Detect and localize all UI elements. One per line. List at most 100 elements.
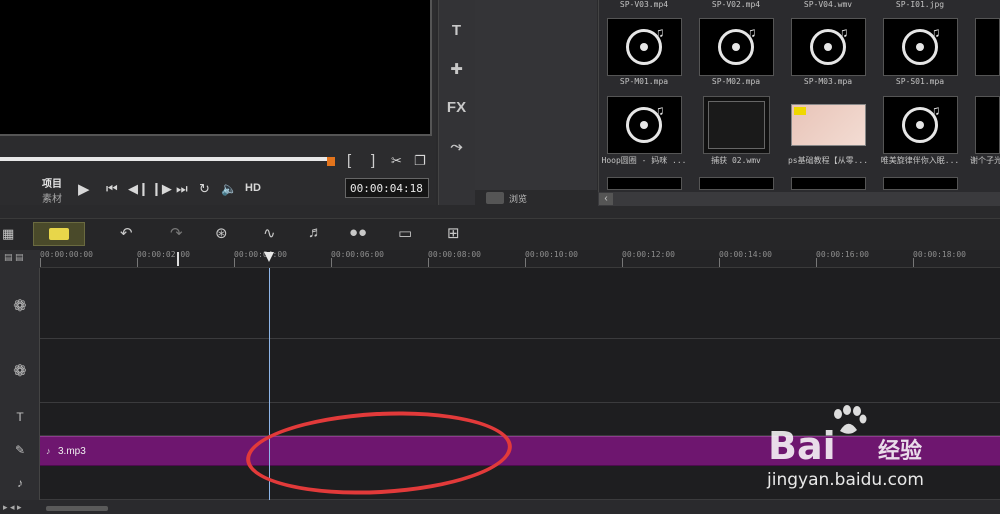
scrubber-handle[interactable] (327, 157, 335, 166)
browse-icon[interactable] (486, 192, 504, 204)
ruler-tick (428, 258, 429, 267)
timeline-scrollbar[interactable] (0, 500, 1000, 514)
audio-thumbnail[interactable]: ♫ (883, 96, 958, 154)
ruler-tick-label: 00:00:06:00 (331, 250, 384, 259)
audio-thumbnail[interactable]: ♫ (607, 18, 682, 76)
previous-frame-icon[interactable]: ◀❙ (128, 181, 149, 197)
clip-mode-label[interactable]: 素材 (42, 190, 62, 205)
video-track-icon[interactable]: ❁ (0, 296, 40, 316)
path-tool-icon[interactable]: ⤳ (438, 138, 475, 155)
ruler-tick (234, 258, 235, 267)
scroll-arrows-icon[interactable]: ▸ ◂ ▸ (3, 502, 22, 513)
end-icon[interactable]: ⏭ (176, 181, 188, 197)
audio-clip-label: 3.mp3 (58, 446, 86, 457)
project-mode-label[interactable]: 项目 (42, 175, 62, 190)
ruler-tick (525, 258, 526, 267)
audio-thumbnail[interactable]: ♫ (883, 18, 958, 76)
ruler-tick-label: 00:00:00:00 (40, 250, 93, 259)
scrollbar-thumb[interactable] (46, 506, 108, 511)
next-frame-icon[interactable]: ❙▶ (151, 181, 172, 197)
library-item-label: 谢个子光 (970, 156, 1000, 165)
auto-music-icon[interactable]: ♬ (308, 224, 323, 241)
hd-preview-button[interactable]: HD (245, 182, 261, 194)
library-top-label: SP-I01.jpg (895, 0, 945, 9)
ruler-tick-label: 00:00:12:00 (622, 250, 675, 259)
library-item-label: 捕获 02.wmv (711, 156, 761, 165)
ruler-tick-label: 00:00:08:00 (428, 250, 481, 259)
library-top-label: SP-V04.wmv (803, 0, 853, 9)
ruler-tick (331, 258, 332, 267)
title-track-icon[interactable]: T (0, 410, 40, 424)
audio-thumbnail[interactable] (975, 96, 1000, 154)
library-item-label: SP-M01.mpa (619, 77, 669, 86)
undo-icon[interactable]: ↶ (120, 224, 133, 242)
audio-thumbnail[interactable]: ♫ (791, 18, 866, 76)
music-note-icon: ♫ (838, 24, 849, 40)
video-track[interactable] (40, 268, 1000, 339)
library-thumbnail[interactable] (883, 177, 958, 190)
library-scrollbar[interactable] (598, 192, 1000, 206)
library-item-label: SP-M03.mpa (803, 77, 853, 86)
track-manager-icon[interactable]: ▤ ▤ (4, 252, 24, 263)
music-note-icon: ♫ (654, 102, 665, 118)
library-item-label: ps基础教程【从零... (787, 156, 869, 165)
copy-icon[interactable]: ❐ (414, 153, 426, 169)
watermark-url: jingyan.baidu.com (767, 470, 924, 490)
library-item-label: SP-M02.mpa (711, 77, 761, 86)
overlay-track[interactable] (40, 339, 1000, 403)
timeline-view-icon (49, 228, 69, 240)
ruler-tick-label: 00:00:02:00 (137, 250, 190, 259)
preview-screen (0, 0, 432, 136)
mark-out-button[interactable]: ] (371, 152, 375, 169)
music-note-icon: ♫ (930, 24, 941, 40)
voice-track-icon[interactable]: ✎ (0, 443, 40, 457)
audio-thumbnail[interactable]: ♫ (607, 96, 682, 154)
library-top-label: SP-V02.mp4 (711, 0, 761, 9)
ruler-tick (622, 258, 623, 267)
play-icon[interactable]: ▶ (78, 180, 90, 198)
marker-line (177, 252, 179, 266)
record-capture-icon[interactable]: ⊛ (215, 224, 228, 242)
title-tool-icon[interactable]: T (438, 22, 475, 39)
library-thumbnail[interactable] (607, 177, 682, 190)
watermark-brand-cn: 经验 (878, 438, 923, 463)
timeline-toolbar (0, 218, 1000, 250)
subtitle-editor-icon[interactable]: ▭ (398, 224, 412, 242)
video-thumbnail[interactable] (791, 104, 866, 146)
audio-clip[interactable] (40, 436, 1000, 466)
library-thumbnail[interactable] (699, 177, 774, 190)
ruler-tick-label: 00:00:10:00 (525, 250, 578, 259)
library-thumbnail[interactable] (791, 177, 866, 190)
scroll-left-icon[interactable]: ‹ (599, 193, 613, 205)
timecode-field[interactable]: 00:00:04:18 (345, 178, 429, 198)
music-note-icon: ♫ (746, 24, 757, 40)
mark-in-button[interactable]: [ (347, 152, 351, 169)
repeat-icon[interactable]: ↻ (199, 181, 210, 197)
library-top-label: SP-V03.mp4 (619, 0, 669, 9)
ruler-tick (816, 258, 817, 267)
screenshot-preview (708, 101, 765, 149)
scissors-icon[interactable]: ✂ (391, 153, 402, 169)
graphic-tool-icon[interactable]: ✚ (438, 60, 475, 78)
ruler-tick (719, 258, 720, 267)
browse-label[interactable]: 浏览 (509, 192, 527, 205)
volume-icon[interactable]: 🔈 (221, 181, 237, 197)
audio-thumbnail[interactable] (975, 18, 1000, 76)
music-track-icon[interactable]: ♪ (0, 476, 40, 490)
home-icon[interactable]: ⏮ (106, 181, 118, 197)
timeline-view-button[interactable] (33, 222, 85, 246)
multi-trim-icon[interactable]: ⊞ (447, 224, 460, 242)
audio-waveform-icon[interactable]: ∿ (263, 224, 276, 242)
music-note-icon: ♫ (654, 24, 665, 40)
storyboard-view-icon[interactable]: ▦ (2, 226, 14, 242)
redo-icon[interactable]: ↷ (170, 224, 183, 242)
preview-scrubber[interactable] (0, 157, 330, 161)
overlay-track-icon[interactable]: ❁ (0, 361, 40, 381)
library-category-panel (475, 0, 597, 190)
motion-tracking-icon[interactable]: ●● (349, 224, 367, 241)
ruler-tick-label: 00:00:04:00 (234, 250, 287, 259)
filter-tool-icon[interactable]: FX (438, 99, 475, 116)
audio-thumbnail[interactable]: ♫ (699, 18, 774, 76)
library-item-label: Hoop圆圈 - 妈咪 ... (601, 156, 687, 165)
video-thumbnail[interactable] (703, 96, 770, 154)
